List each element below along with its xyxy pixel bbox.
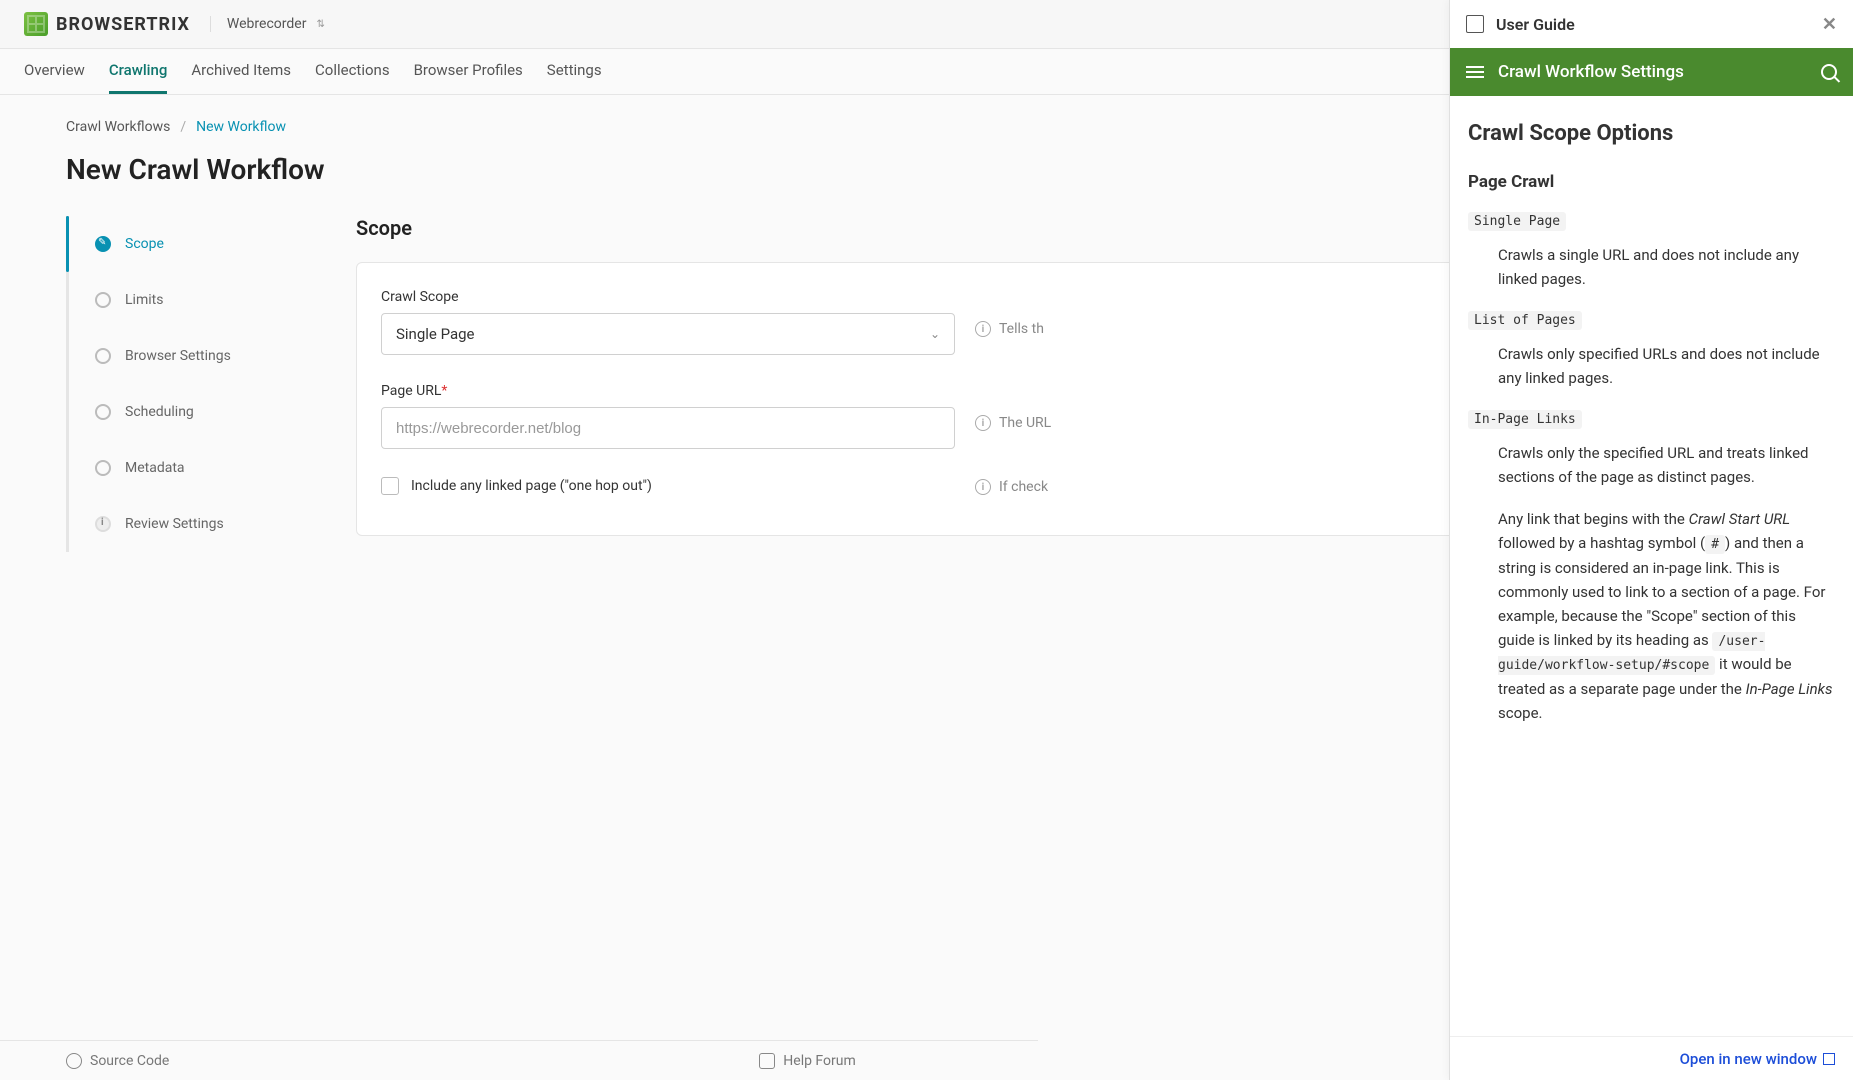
footer-forum-label: Help Forum — [783, 1053, 855, 1069]
nav-tab-browser-profiles[interactable]: Browser Profiles — [414, 49, 523, 94]
help-panel-header: User Guide ✕ — [1450, 0, 1853, 48]
chat-icon — [759, 1053, 775, 1069]
help-panel: User Guide ✕ Crawl Workflow Settings Cra… — [1449, 0, 1853, 1080]
open-new-window-link[interactable]: Open in new window — [1680, 1050, 1835, 1068]
brand-text: BROWSERTRIX — [56, 14, 190, 35]
code-in-page-links: In-Page Links — [1468, 410, 1582, 429]
footer-source-label: Source Code — [90, 1053, 169, 1069]
step-scope[interactable]: Scope — [69, 216, 356, 272]
breadcrumb-parent[interactable]: Crawl Workflows — [66, 119, 170, 135]
select-value: Single Page — [396, 325, 475, 343]
chevron-updown-icon: ⇅ — [316, 19, 324, 30]
step-metadata[interactable]: Metadata — [69, 440, 356, 496]
code-single-page: Single Page — [1468, 212, 1566, 231]
hamburger-icon[interactable] — [1466, 66, 1484, 78]
step-label: Scheduling — [125, 404, 194, 420]
step-label: Browser Settings — [125, 348, 231, 364]
code-list-of-pages: List of Pages — [1468, 311, 1582, 330]
page-url-input[interactable] — [381, 407, 955, 449]
desc-in-page-links: Crawls only the specified URL and treats… — [1498, 441, 1835, 489]
breadcrumb-sep: / — [180, 119, 186, 135]
info-icon: i — [975, 321, 991, 337]
circle-icon — [95, 460, 111, 476]
github-icon — [66, 1053, 82, 1069]
chevron-down-icon: ⌄ — [930, 327, 940, 341]
help-footer: Open in new window — [1450, 1036, 1853, 1080]
desc-list-of-pages: Crawls only specified URLs and does not … — [1498, 342, 1835, 390]
help-text: If check — [999, 479, 1048, 495]
circle-icon — [95, 404, 111, 420]
help-panel-title: User Guide — [1496, 15, 1575, 34]
external-link-icon — [1823, 1053, 1835, 1065]
scope-card: Crawl Scope Single Page ⌄ i Tells th — [356, 262, 1456, 536]
info-icon: i — [975, 415, 991, 431]
brand-logo[interactable]: BROWSERTRIX — [24, 12, 190, 36]
crawl-scope-label: Crawl Scope — [381, 289, 955, 305]
crawl-scope-select[interactable]: Single Page ⌄ — [381, 313, 955, 355]
step-nav: Scope Limits Browser Settings Scheduling… — [66, 216, 356, 552]
nav-tab-archived-items[interactable]: Archived Items — [191, 49, 291, 94]
search-icon[interactable] — [1821, 64, 1837, 80]
step-browser-settings[interactable]: Browser Settings — [69, 328, 356, 384]
page-url-label: Page URL* — [381, 383, 955, 399]
section-heading: Scope — [356, 216, 1456, 240]
org-switcher[interactable]: Webrecorder ⇅ — [210, 16, 325, 32]
step-limits[interactable]: Limits — [69, 272, 356, 328]
pencil-icon — [95, 236, 111, 252]
help-h2: Page Crawl — [1468, 169, 1835, 196]
circle-icon — [95, 292, 111, 308]
step-label: Metadata — [125, 460, 185, 476]
step-scheduling[interactable]: Scheduling — [69, 384, 356, 440]
linked-help: i If check — [975, 477, 1048, 495]
step-label: Limits — [125, 292, 163, 308]
crawl-scope-field: Crawl Scope Single Page ⌄ i Tells th — [381, 289, 1431, 355]
source-code-link[interactable]: Source Code — [66, 1053, 169, 1069]
nav-tab-crawling[interactable]: Crawling — [109, 49, 168, 94]
help-forum-link[interactable]: Help Forum — [759, 1053, 855, 1069]
page-url-help: i The URL — [975, 383, 1051, 431]
nav-tab-collections[interactable]: Collections — [315, 49, 390, 94]
page-url-field: Page URL* i The URL — [381, 383, 1431, 449]
book-icon — [1466, 15, 1484, 33]
help-h1: Crawl Scope Options — [1468, 116, 1835, 151]
footer: Source Code Help Forum — [0, 1040, 1038, 1080]
include-linked-checkbox[interactable] — [381, 477, 399, 495]
nav-tab-overview[interactable]: Overview — [24, 49, 85, 94]
step-label: Review Settings — [125, 516, 224, 532]
close-icon[interactable]: ✕ — [1822, 14, 1837, 35]
org-name: Webrecorder — [227, 16, 307, 32]
logo-mark-icon — [24, 12, 48, 36]
info-icon: i — [975, 479, 991, 495]
help-text: Tells th — [999, 321, 1044, 337]
circle-icon — [95, 348, 111, 364]
help-body[interactable]: Crawl Scope Options Page Crawl Single Pa… — [1450, 96, 1853, 1036]
help-text: The URL — [999, 415, 1051, 431]
crawl-scope-help: i Tells th — [975, 289, 1044, 337]
step-label: Scope — [125, 236, 164, 252]
breadcrumb-current: New Workflow — [196, 119, 286, 135]
help-paragraph: Any link that begins with the Crawl Star… — [1498, 507, 1835, 725]
nav-tab-settings[interactable]: Settings — [547, 49, 602, 94]
linked-label: Include any linked page ("one hop out") — [411, 478, 652, 494]
step-review[interactable]: Review Settings — [69, 496, 356, 552]
linked-field: Include any linked page ("one hop out") … — [381, 477, 1431, 495]
desc-single-page: Crawls a single URL and does not include… — [1498, 243, 1835, 291]
help-doc-title: Crawl Workflow Settings — [1498, 62, 1684, 82]
info-icon — [95, 516, 111, 532]
form-area: Scope Crawl Scope Single Page ⌄ i Tells … — [356, 216, 1456, 552]
help-panel-subheader: Crawl Workflow Settings — [1450, 48, 1853, 96]
